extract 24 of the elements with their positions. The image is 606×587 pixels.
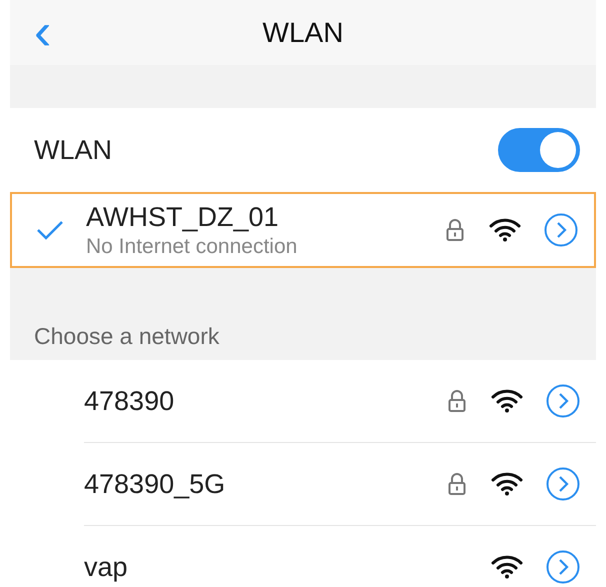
wlan-toggle[interactable] xyxy=(498,128,580,172)
wifi-icon xyxy=(491,472,523,496)
network-row[interactable]: 478390 xyxy=(84,360,596,443)
info-button[interactable] xyxy=(544,213,578,247)
network-row[interactable]: vap xyxy=(84,526,596,587)
info-button[interactable] xyxy=(546,467,580,501)
wifi-icon xyxy=(491,389,523,413)
wifi-icon xyxy=(489,218,521,242)
network-row[interactable]: 478390_5G xyxy=(84,443,596,526)
wifi-icon xyxy=(491,555,523,579)
network-name: vap xyxy=(84,552,129,582)
connection-status: No Internet connection xyxy=(86,234,298,258)
lock-icon xyxy=(446,219,464,241)
lock-icon xyxy=(448,390,466,412)
info-button[interactable] xyxy=(546,384,580,418)
network-name: 478390_5G xyxy=(84,468,226,500)
network-name: 478390 xyxy=(84,386,176,416)
network-name: AWHST_DZ_01 xyxy=(86,202,280,232)
info-button[interactable] xyxy=(546,550,580,584)
connected-network-row[interactable]: AWHST_DZ_01 No Internet connection xyxy=(10,192,596,268)
page-title: WLAN xyxy=(262,16,344,48)
section-header: Choose a network xyxy=(34,323,220,350)
wlan-label: WLAN xyxy=(34,134,114,166)
lock-icon xyxy=(448,473,466,495)
